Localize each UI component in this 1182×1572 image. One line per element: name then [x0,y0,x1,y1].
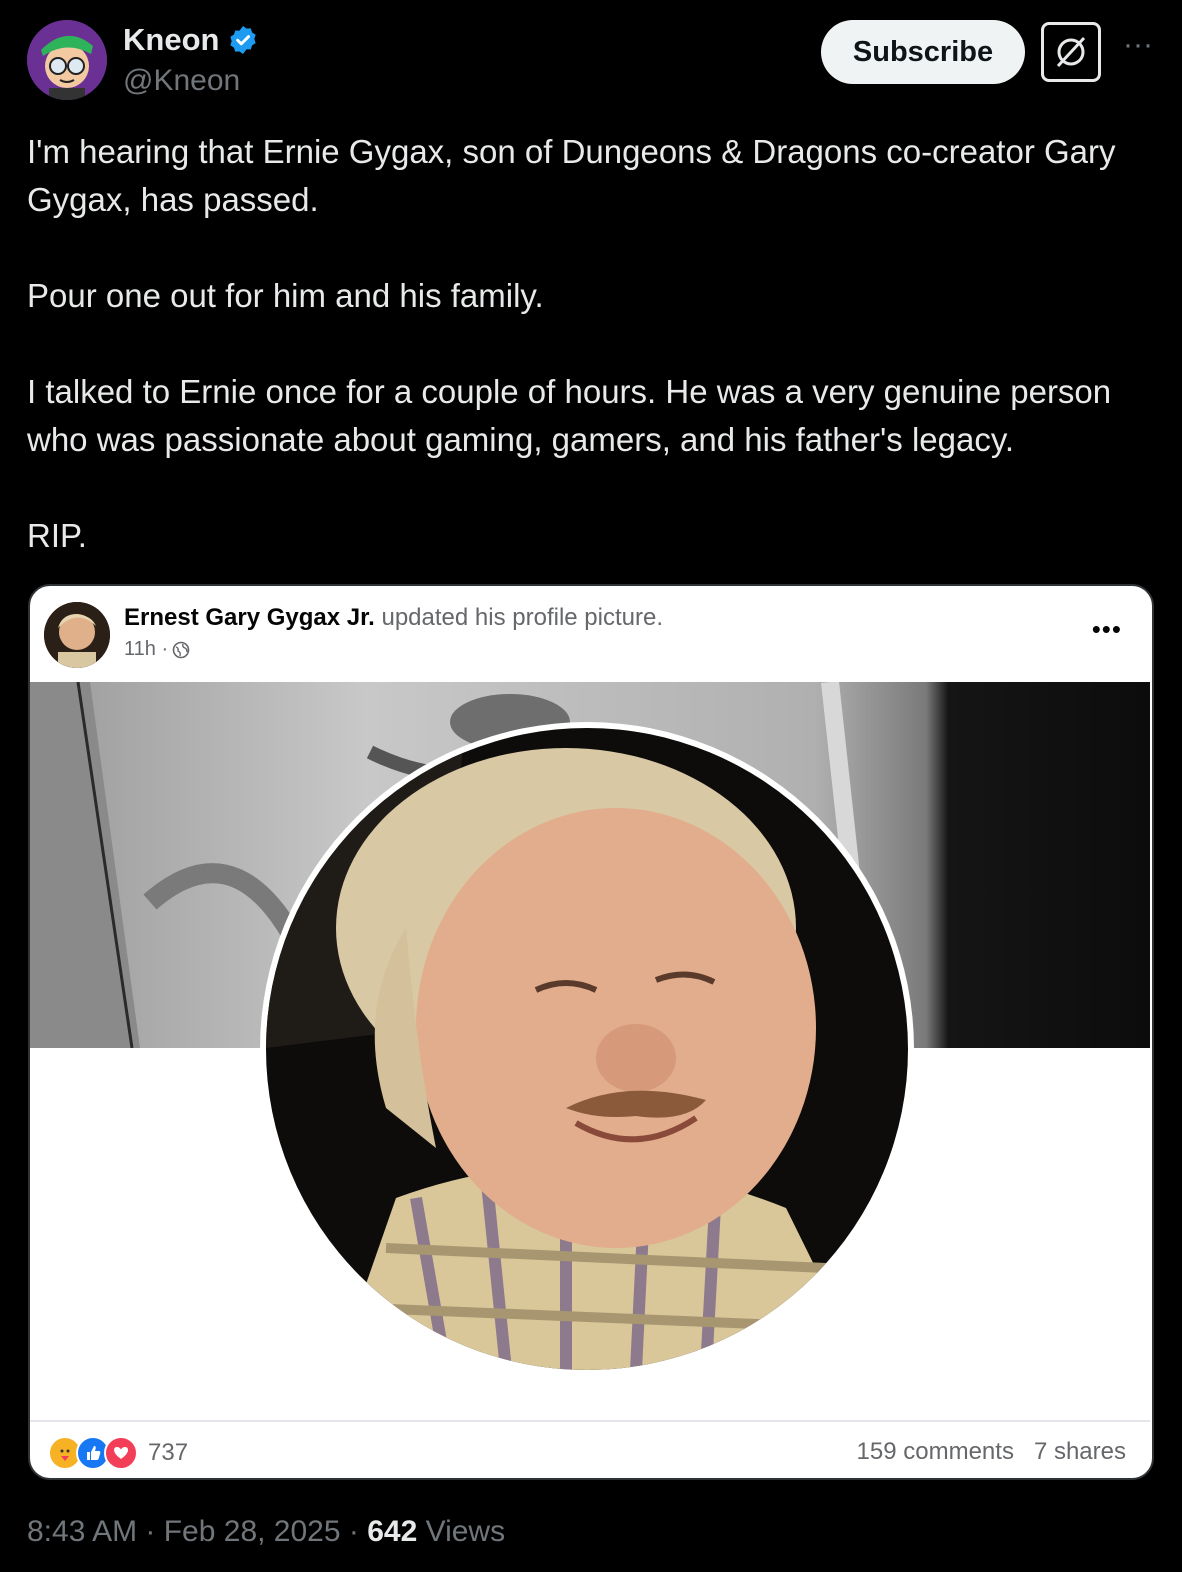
tweet-paragraph: I'm hearing that Ernie Gygax, son of Dun… [27,133,1116,218]
fb-comments-count: 159 comments [856,1438,1014,1465]
globe-icon [172,641,190,658]
display-name-text: Kneon [123,22,220,57]
tweet-text: I'm hearing that Ernie Gygax, son of Dun… [27,128,1162,560]
fb-shares-count: 7 shares [1033,1438,1126,1465]
fb-avatar [44,602,110,668]
subscribe-button[interactable]: Subscribe [821,20,1025,84]
fb-reactions: 737 [48,1436,188,1470]
fb-post-time: 11h · [124,638,169,660]
tweet-footer: 8:43 AM · Feb 28, 2025 · 642 Views [27,1515,505,1549]
attached-image[interactable]: Ernest Gary Gygax Jr. updated his profil… [28,584,1154,1480]
views-count: 642 [367,1515,418,1548]
grok-button[interactable] [1041,22,1101,82]
reaction-count: 737 [148,1439,189,1466]
fb-avatar-photo [44,602,110,668]
post-timestamp[interactable]: 8:43 AM · Feb 28, 2025 · [27,1515,367,1548]
author-display-name[interactable]: Kneon [123,22,259,58]
fb-more-icon: ••• [1091,614,1122,644]
fb-post-header: Ernest Gary Gygax Jr. updated his profil… [124,604,663,632]
cartoon-avatar-icon [27,20,107,100]
author-avatar[interactable] [27,20,107,100]
fb-post-action: updated his profile picture. [381,604,663,631]
tweet-paragraph: RIP. [27,517,87,554]
profile-picture [266,728,908,1370]
more-dots-icon[interactable]: ··· [1120,30,1156,66]
fb-stats: 159 comments 7 shares [857,1438,1126,1466]
tweet-paragraph: I talked to Ernie once for a couple of h… [27,373,1112,458]
fb-post-meta: 11h · [124,638,190,661]
tweet-paragraph: Pour one out for him and his family. [27,277,544,314]
fb-author-name: Ernest Gary Gygax Jr. [124,604,375,631]
verified-badge-icon [230,26,257,54]
views-label: Views [417,1515,506,1548]
love-reaction-icon [104,1436,138,1470]
author-handle[interactable]: @Kneon [123,64,240,98]
profile-portrait [266,728,908,1370]
fb-divider [30,1420,1150,1422]
grok-icon [1056,36,1086,68]
